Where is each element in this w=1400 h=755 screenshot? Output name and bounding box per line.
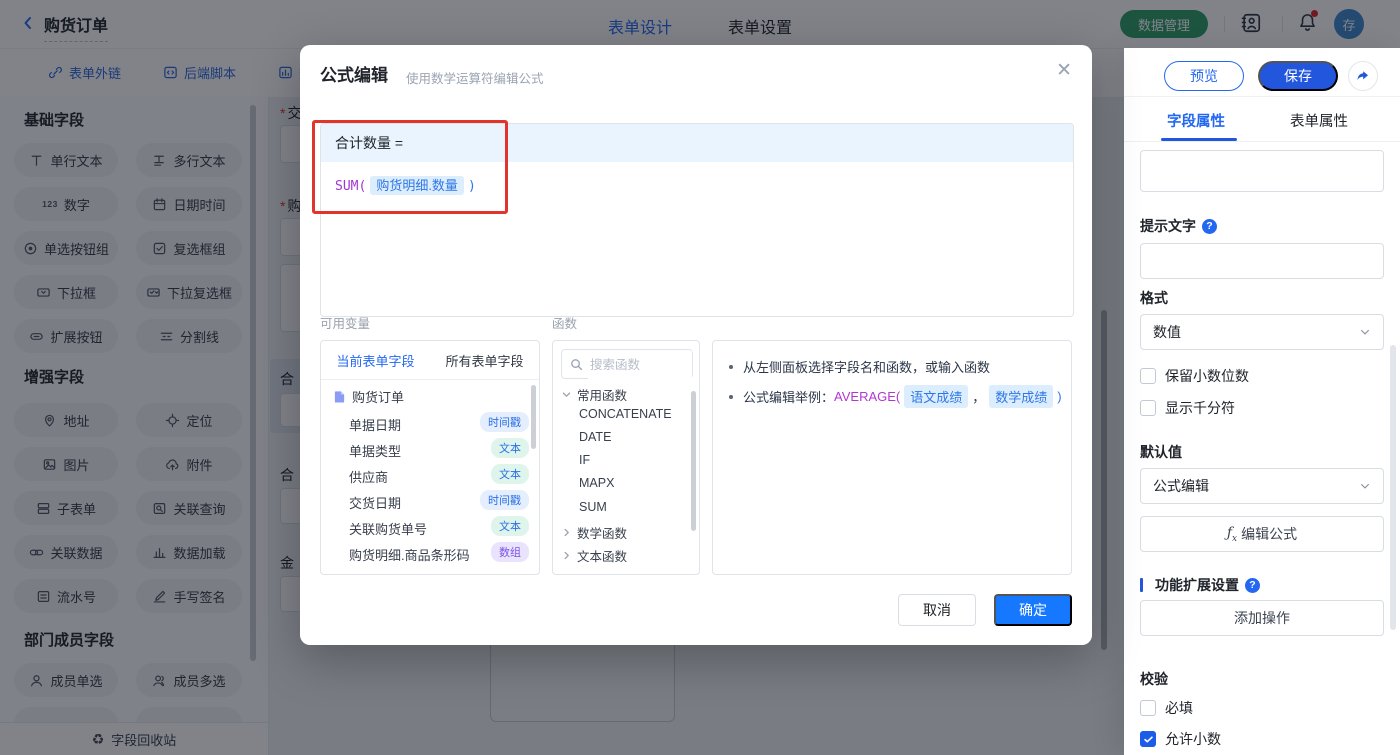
tip-line-1: 从左侧面板选择字段名和函数，或输入函数 — [729, 357, 990, 376]
function-group-math[interactable]: 数学函数 — [561, 523, 627, 542]
allow-decimal-checkbox[interactable]: 允许小数 — [1140, 729, 1221, 749]
example-function-name: AVERAGE( — [834, 389, 901, 404]
variables-tabs: 当前表单字段 所有表单字段 — [321, 341, 539, 380]
type-badge-text: 文本 — [491, 464, 529, 484]
formula-expression: SUM(购货明细.数量) — [335, 176, 476, 195]
edit-formula-button[interactable]: ƒx 编辑公式 — [1140, 516, 1384, 552]
required-checkbox[interactable]: 必填 — [1140, 698, 1193, 718]
variable-item[interactable]: 单据日期 — [349, 415, 401, 434]
checkbox-checked — [1140, 731, 1156, 747]
variables-label: 可用变量 — [320, 317, 371, 331]
checkbox-unchecked — [1140, 368, 1156, 384]
tab-field-properties[interactable]: 字段属性 — [1167, 110, 1225, 131]
function-group-common[interactable]: 常用函数 — [561, 385, 627, 404]
thousand-separator-checkbox[interactable]: 显示千分符 — [1140, 398, 1235, 418]
add-action-button[interactable]: 添加操作 — [1140, 600, 1384, 636]
chevron-down-icon — [1361, 329, 1369, 335]
function-search-input[interactable] — [588, 351, 692, 379]
close-icon[interactable]: ✕ — [1056, 61, 1072, 80]
save-button[interactable]: 保存 — [1258, 61, 1338, 91]
tab-all-form-fields[interactable]: 所有表单字段 — [430, 341, 539, 379]
formula-editor[interactable]: 合计数量 = SUM(购货明细.数量) — [320, 123, 1074, 317]
example-field-chip: 数学成绩 — [989, 385, 1054, 408]
chevron-right-icon — [564, 528, 569, 537]
formula-edit-modal: 公式编辑 使用数学运算符编辑公式 ✕ 合计数量 = SUM(购货明细.数量) 可… — [300, 45, 1092, 645]
function-item[interactable]: IF — [579, 453, 590, 467]
function-group-text[interactable]: 文本函数 — [561, 546, 627, 565]
default-value-select[interactable]: 公式编辑 — [1140, 468, 1384, 504]
function-item[interactable]: CONCATENATE — [579, 407, 672, 421]
app-window: 购货订单 表单设计 表单设置 数据管理 存 表单外链 — [0, 0, 1400, 755]
type-badge-text: 文本 — [491, 516, 529, 536]
variable-item[interactable]: 关联购货单号 — [349, 519, 427, 538]
functions-panel: 常用函数 CONCATENATE DATE IF MAPX SUM 数学函数 文… — [552, 340, 700, 575]
share-button[interactable] — [1348, 61, 1378, 91]
validation-label: 校验 — [1140, 671, 1168, 687]
variable-item[interactable]: 交货日期 — [349, 493, 401, 512]
description-input[interactable] — [1140, 150, 1384, 192]
format-label: 格式 — [1140, 290, 1168, 306]
section-accent-bar — [1140, 578, 1143, 592]
confirm-button[interactable]: 确定 — [994, 594, 1072, 626]
bullet-dot — [729, 364, 733, 369]
variables-scrollbar[interactable] — [531, 385, 536, 449]
search-icon — [571, 359, 583, 371]
bullet-dot — [729, 394, 733, 399]
field-chip[interactable]: 购货明细.数量 — [370, 176, 464, 195]
cancel-button[interactable]: 取消 — [898, 594, 976, 626]
properties-drawer: 预览 保存 字段属性 表单属性 提示文字? 格式 数值 保留小数位数 显示千分符… — [1124, 48, 1400, 755]
variables-tree-root[interactable]: 购货订单 — [333, 387, 404, 406]
type-badge-array: 数组 — [491, 542, 529, 562]
default-value-label: 默认值 — [1140, 444, 1182, 460]
hint-text-input[interactable] — [1140, 243, 1384, 279]
formula-target-strip: 合计数量 = — [321, 124, 1073, 162]
extension-settings-label: 功能扩展设置? — [1140, 575, 1260, 595]
chevron-down-icon — [1361, 483, 1369, 489]
type-badge-time: 时间戳 — [480, 490, 529, 510]
keep-decimal-checkbox[interactable]: 保留小数位数 — [1140, 366, 1249, 386]
hint-text-label: 提示文字? — [1140, 216, 1217, 236]
functions-scrollbar[interactable] — [691, 391, 696, 531]
chevron-down-icon — [562, 392, 571, 397]
variable-item[interactable]: 购货明细.商品条形码 — [349, 545, 470, 564]
checkbox-unchecked — [1140, 700, 1156, 716]
functions-label: 函数 — [552, 317, 578, 331]
example-field-chip: 语文成绩 — [904, 385, 969, 408]
function-item[interactable]: MAPX — [579, 476, 614, 490]
variable-item[interactable]: 单据类型 — [349, 441, 401, 460]
tab-form-properties[interactable]: 表单属性 — [1290, 110, 1348, 131]
type-badge-time: 时间戳 — [480, 412, 529, 432]
modal-subtitle: 使用数学运算符编辑公式 — [406, 72, 544, 86]
share-arrow-icon — [1357, 71, 1368, 80]
function-name: SUM( — [335, 179, 367, 194]
divider — [1124, 96, 1400, 97]
format-select[interactable]: 数值 — [1140, 314, 1384, 350]
modal-title: 公式编辑 — [320, 66, 388, 85]
type-badge-text: 文本 — [491, 438, 529, 458]
help-icon[interactable]: ? — [1245, 577, 1260, 593]
variables-panel: 当前表单字段 所有表单字段 购货订单 单据日期 时间戳 单据类型 文本 供应商 … — [320, 340, 540, 575]
preview-button[interactable]: 预览 — [1164, 61, 1244, 91]
checkbox-unchecked — [1140, 400, 1156, 416]
function-search — [561, 349, 693, 379]
drawer-scrollbar[interactable] — [1390, 345, 1396, 630]
tip-line-2: 公式编辑举例： AVERAGE( 语文成绩， 数学成绩) — [729, 385, 1062, 408]
help-icon[interactable]: ? — [1202, 218, 1217, 234]
tab-current-form-fields[interactable]: 当前表单字段 — [321, 341, 430, 379]
function-item[interactable]: SUM — [579, 500, 607, 514]
divider — [1124, 141, 1400, 142]
variable-item[interactable]: 供应商 — [349, 467, 388, 486]
chevron-right-icon — [564, 551, 569, 560]
tips-panel: 从左侧面板选择字段名和函数，或输入函数 公式编辑举例： AVERAGE( 语文成绩… — [712, 340, 1072, 575]
function-item[interactable]: DATE — [579, 430, 611, 444]
fx-icon: ƒx — [1226, 524, 1238, 544]
document-icon — [334, 391, 345, 403]
